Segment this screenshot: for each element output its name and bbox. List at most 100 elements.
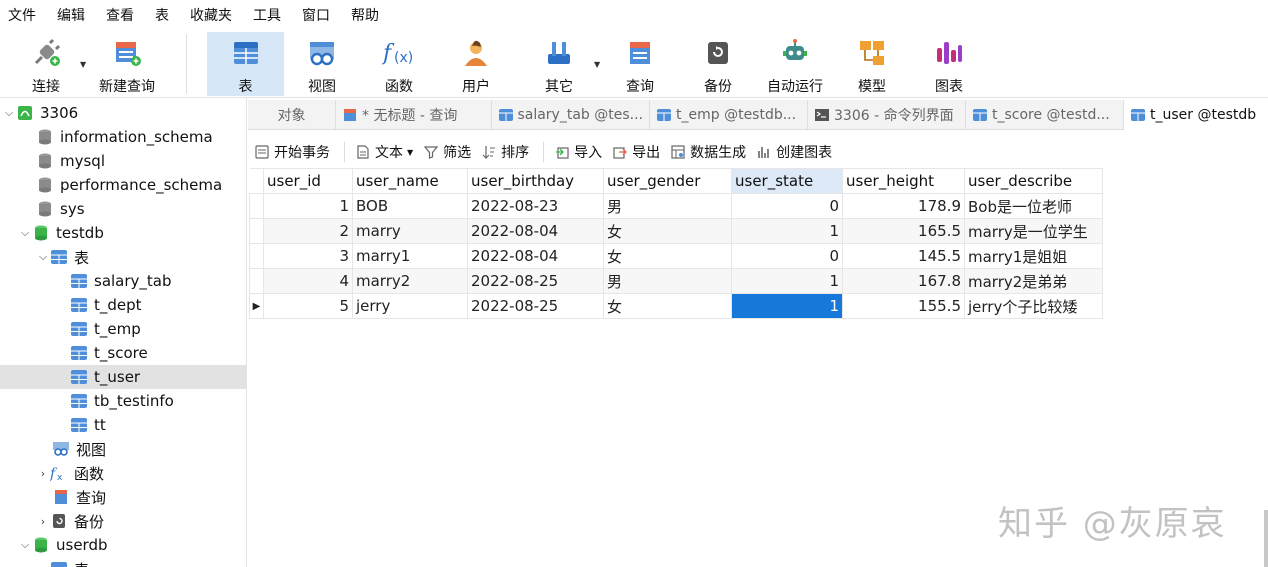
column-header-user-describe[interactable]: user_describe (964, 168, 1103, 194)
cell-user-name[interactable]: marry (352, 218, 468, 244)
cell-user-birthday[interactable]: 2022-08-25 (467, 293, 604, 319)
connect-dropdown-icon[interactable]: ▼ (80, 60, 86, 69)
tree-db-mysql[interactable]: mysql (0, 149, 246, 173)
export-button[interactable]: 导出 (612, 142, 660, 162)
tree-node-functions[interactable]: › fx 函数 (0, 461, 246, 485)
tree-node-queries[interactable]: 查询 (0, 485, 246, 509)
cell-user-state[interactable]: 1 (731, 218, 843, 244)
user-button[interactable]: 用户 (446, 32, 506, 96)
tab-salary-tab[interactable]: salary_tab @tes... (492, 100, 650, 130)
sort-button[interactable]: 排序 (481, 142, 529, 162)
view-button[interactable]: 视图 (292, 32, 352, 96)
cell-user-birthday[interactable]: 2022-08-25 (467, 268, 604, 294)
tree-table-t-score[interactable]: t_score (0, 341, 246, 365)
tab-objects[interactable]: 对象 (248, 100, 336, 130)
tab-t-emp[interactable]: t_emp @testdb... (650, 100, 808, 130)
column-header-user-height[interactable]: user_height (842, 168, 965, 194)
cell-user-gender[interactable]: 男 (603, 193, 732, 219)
connect-button[interactable]: 连接 (18, 32, 74, 96)
tab-t-score[interactable]: t_score @testd... (966, 100, 1124, 130)
tree-node-views[interactable]: 视图 (0, 437, 246, 461)
collapse-arrow-icon[interactable]: ⌵ (18, 226, 32, 240)
cell-user-height[interactable]: 165.5 (842, 218, 965, 244)
row-header[interactable] (249, 243, 264, 269)
text-button[interactable]: 文本 ▼ (355, 142, 413, 162)
tree-db-performance-schema[interactable]: performance_schema (0, 173, 246, 197)
menu-view[interactable]: 查看 (98, 5, 147, 25)
scrollbar[interactable] (1264, 510, 1268, 567)
column-header-user-id[interactable]: user_id (263, 168, 353, 194)
cell-user-describe[interactable]: marry1是姐姐 (964, 243, 1103, 269)
cell-user-name[interactable]: BOB (352, 193, 468, 219)
column-header-user-name[interactable]: user_name (352, 168, 468, 194)
menu-favorites[interactable]: 收藏夹 (182, 5, 245, 25)
begin-transaction-button[interactable]: 开始事务 (254, 142, 330, 162)
menu-tools[interactable]: 工具 (245, 5, 294, 25)
tree-db-information-schema[interactable]: information_schema (0, 125, 246, 149)
column-header-user-state[interactable]: user_state (731, 168, 843, 194)
menu-window[interactable]: 窗口 (294, 5, 343, 25)
tree-connection-3306[interactable]: ⌵ 3306 (0, 101, 246, 125)
tree-table-salary-tab[interactable]: salary_tab (0, 269, 246, 293)
current-row-marker-icon[interactable]: ▶ (249, 293, 264, 319)
cell-user-birthday[interactable]: 2022-08-04 (467, 218, 604, 244)
tree-table-t-user[interactable]: t_user (0, 365, 246, 389)
menu-file[interactable]: 文件 (0, 5, 49, 25)
tree-db-sys[interactable]: sys (0, 197, 246, 221)
collapse-arrow-icon[interactable]: ⌵ (36, 562, 50, 567)
backup-button[interactable]: 备份 (688, 32, 748, 96)
other-dropdown-icon[interactable]: ▼ (594, 60, 600, 69)
cell-user-gender[interactable]: 女 (603, 218, 732, 244)
table-row[interactable]: 4 marry2 2022-08-25 男 1 167.8 marry2是弟弟 (249, 268, 1103, 294)
expand-arrow-icon[interactable]: › (36, 467, 50, 480)
table-button[interactable]: 表 (207, 32, 284, 96)
column-header-user-birthday[interactable]: user_birthday (467, 168, 604, 194)
cell-user-describe[interactable]: marry2是弟弟 (964, 268, 1103, 294)
cell-user-state-selected[interactable]: 1 (731, 293, 843, 319)
cell-user-gender[interactable]: 女 (603, 293, 732, 319)
table-row[interactable]: 2 marry 2022-08-04 女 1 165.5 marry是一位学生 (249, 218, 1103, 244)
cell-user-state[interactable]: 0 (731, 193, 843, 219)
cell-user-name[interactable]: marry1 (352, 243, 468, 269)
collapse-arrow-icon[interactable]: ⌵ (2, 106, 16, 120)
create-chart-button[interactable]: 创建图表 (756, 142, 832, 162)
collapse-arrow-icon[interactable]: ⌵ (18, 538, 32, 552)
new-query-button[interactable]: 新建查询 (94, 32, 160, 96)
row-header[interactable] (249, 268, 264, 294)
cell-user-id[interactable]: 5 (263, 293, 353, 319)
function-button[interactable]: f (x) 函数 (369, 32, 429, 96)
menu-table[interactable]: 表 (147, 5, 182, 25)
cell-user-id[interactable]: 2 (263, 218, 353, 244)
cell-user-height[interactable]: 167.8 (842, 268, 965, 294)
tree-table-tb-testinfo[interactable]: tb_testinfo (0, 389, 246, 413)
other-button[interactable]: 其它 (529, 32, 589, 96)
table-row[interactable]: ▶ 5 jerry 2022-08-25 女 1 155.5 jerry个子比较… (249, 293, 1103, 319)
cell-user-describe[interactable]: jerry个子比较矮 (964, 293, 1103, 319)
cell-user-id[interactable]: 1 (263, 193, 353, 219)
tree-table-t-dept[interactable]: t_dept (0, 293, 246, 317)
tab-console-3306[interactable]: 3306 - 命令列界面 (808, 100, 966, 130)
cell-user-id[interactable]: 4 (263, 268, 353, 294)
import-button[interactable]: 导入 (554, 142, 602, 162)
cell-user-height[interactable]: 145.5 (842, 243, 965, 269)
chart-button[interactable]: 图表 (919, 32, 979, 96)
menu-edit[interactable]: 编辑 (49, 5, 98, 25)
expand-arrow-icon[interactable]: › (36, 515, 50, 528)
collapse-arrow-icon[interactable]: ⌵ (36, 250, 50, 264)
tree-node-tables[interactable]: ⌵ 表 (0, 245, 246, 269)
tab-t-user[interactable]: t_user @testdb (1124, 100, 1268, 130)
table-row[interactable]: 3 marry1 2022-08-04 女 0 145.5 marry1是姐姐 (249, 243, 1103, 269)
tree-table-tt[interactable]: tt (0, 413, 246, 437)
data-generation-button[interactable]: 数据生成 (670, 142, 746, 162)
cell-user-height[interactable]: 178.9 (842, 193, 965, 219)
cell-user-describe[interactable]: Bob是一位老师 (964, 193, 1103, 219)
query-button[interactable]: 查询 (610, 32, 670, 96)
cell-user-height[interactable]: 155.5 (842, 293, 965, 319)
cell-user-gender[interactable]: 女 (603, 243, 732, 269)
cell-user-state[interactable]: 1 (731, 268, 843, 294)
model-button[interactable]: 模型 (842, 32, 902, 96)
tree-db-testdb[interactable]: ⌵ testdb (0, 221, 246, 245)
column-header-user-gender[interactable]: user_gender (603, 168, 732, 194)
cell-user-gender[interactable]: 男 (603, 268, 732, 294)
table-row[interactable]: 1 BOB 2022-08-23 男 0 178.9 Bob是一位老师 (249, 193, 1103, 219)
